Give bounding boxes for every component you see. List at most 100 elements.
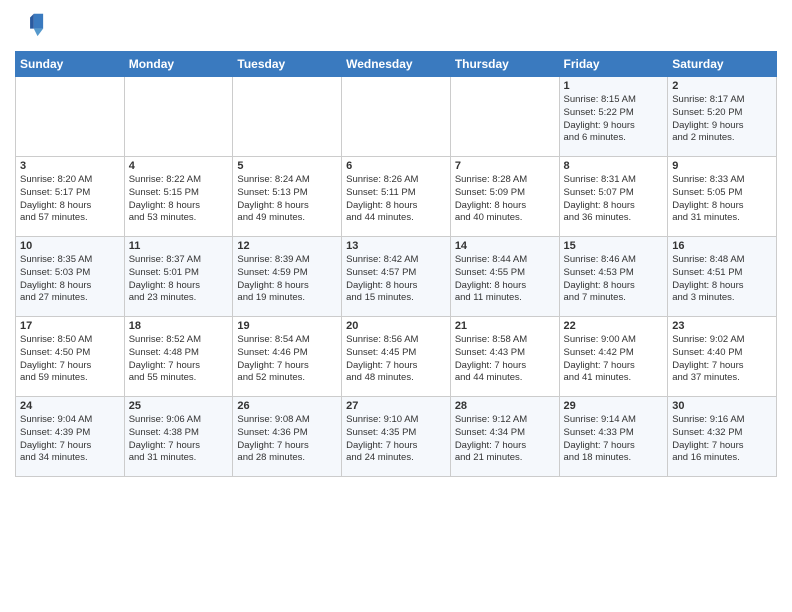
calendar-cell: 2 Sunrise: 8:17 AM Sunset: 5:20 PM Daylig… [668,77,777,157]
calendar-cell: 8 Sunrise: 8:31 AM Sunset: 5:07 PM Daylig… [559,157,668,237]
day-header-sunday: Sunday [16,52,125,77]
calendar-cell [450,77,559,157]
day-info: Sunrise: 9:14 AM Sunset: 4:33 PM Dayligh… [564,414,664,465]
calendar-cell: 27 Sunrise: 9:10 AM Sunset: 4:35 PM Dayli… [342,397,451,477]
calendar-cell: 6 Sunrise: 8:26 AM Sunset: 5:11 PM Daylig… [342,157,451,237]
calendar-cell: 3 Sunrise: 8:20 AM Sunset: 5:17 PM Daylig… [16,157,125,237]
day-info: Sunrise: 8:37 AM Sunset: 5:01 PM Dayligh… [129,254,229,305]
day-info: Sunrise: 9:08 AM Sunset: 4:36 PM Dayligh… [237,414,337,465]
day-number: 15 [564,240,664,252]
day-number: 12 [237,240,337,252]
day-number: 30 [672,400,772,412]
day-info: Sunrise: 8:31 AM Sunset: 5:07 PM Dayligh… [564,174,664,225]
day-number: 14 [455,240,555,252]
day-header-tuesday: Tuesday [233,52,342,77]
day-number: 5 [237,160,337,172]
day-info: Sunrise: 9:06 AM Sunset: 4:38 PM Dayligh… [129,414,229,465]
day-number: 9 [672,160,772,172]
header-row: SundayMondayTuesdayWednesdayThursdayFrid… [16,52,777,77]
day-info: Sunrise: 8:48 AM Sunset: 4:51 PM Dayligh… [672,254,772,305]
day-number: 7 [455,160,555,172]
day-number: 24 [20,400,120,412]
calendar-cell: 11 Sunrise: 8:37 AM Sunset: 5:01 PM Dayli… [124,237,233,317]
day-info: Sunrise: 8:54 AM Sunset: 4:46 PM Dayligh… [237,334,337,385]
calendar-cell: 9Sunrise: 8:33 AM Sunset: 5:05 PM Daylig… [668,157,777,237]
day-info: Sunrise: 9:04 AM Sunset: 4:39 PM Dayligh… [20,414,120,465]
day-number: 2 [672,80,772,92]
calendar-cell: 29 Sunrise: 9:14 AM Sunset: 4:33 PM Dayli… [559,397,668,477]
calendar-cell: 4 Sunrise: 8:22 AM Sunset: 5:15 PM Daylig… [124,157,233,237]
logo-icon [17,10,45,38]
day-info: Sunrise: 8:17 AM Sunset: 5:20 PM Dayligh… [672,94,772,145]
day-header-saturday: Saturday [668,52,777,77]
calendar-cell: 14 Sunrise: 8:44 AM Sunset: 4:55 PM Dayli… [450,237,559,317]
day-number: 18 [129,320,229,332]
day-number: 20 [346,320,446,332]
day-number: 23 [672,320,772,332]
day-number: 13 [346,240,446,252]
day-info: Sunrise: 8:50 AM Sunset: 4:50 PM Dayligh… [20,334,120,385]
calendar-cell: 13 Sunrise: 8:42 AM Sunset: 4:57 PM Dayli… [342,237,451,317]
day-info: Sunrise: 8:58 AM Sunset: 4:43 PM Dayligh… [455,334,555,385]
calendar-cell: 15 Sunrise: 8:46 AM Sunset: 4:53 PM Dayli… [559,237,668,317]
day-number: 8 [564,160,664,172]
calendar-cell: 1Sunrise: 8:15 AM Sunset: 5:22 PM Daylig… [559,77,668,157]
day-info: Sunrise: 9:00 AM Sunset: 4:42 PM Dayligh… [564,334,664,385]
day-info: Sunrise: 9:10 AM Sunset: 4:35 PM Dayligh… [346,414,446,465]
header [15,10,777,43]
day-header-friday: Friday [559,52,668,77]
day-header-wednesday: Wednesday [342,52,451,77]
day-info: Sunrise: 8:20 AM Sunset: 5:17 PM Dayligh… [20,174,120,225]
week-row-2: 3 Sunrise: 8:20 AM Sunset: 5:17 PM Daylig… [16,157,777,237]
calendar-cell: 26 Sunrise: 9:08 AM Sunset: 4:36 PM Dayli… [233,397,342,477]
day-number: 26 [237,400,337,412]
day-number: 6 [346,160,446,172]
day-number: 4 [129,160,229,172]
calendar-cell: 20 Sunrise: 8:56 AM Sunset: 4:45 PM Dayli… [342,317,451,397]
day-number: 28 [455,400,555,412]
day-info: Sunrise: 8:26 AM Sunset: 5:11 PM Dayligh… [346,174,446,225]
day-info: Sunrise: 8:15 AM Sunset: 5:22 PM Dayligh… [564,94,664,145]
day-header-monday: Monday [124,52,233,77]
day-info: Sunrise: 8:46 AM Sunset: 4:53 PM Dayligh… [564,254,664,305]
calendar-cell: 17 Sunrise: 8:50 AM Sunset: 4:50 PM Dayli… [16,317,125,397]
day-info: Sunrise: 9:16 AM Sunset: 4:32 PM Dayligh… [672,414,772,465]
day-number: 3 [20,160,120,172]
calendar-cell: 19 Sunrise: 8:54 AM Sunset: 4:46 PM Dayli… [233,317,342,397]
day-info: Sunrise: 9:12 AM Sunset: 4:34 PM Dayligh… [455,414,555,465]
day-number: 21 [455,320,555,332]
day-number: 10 [20,240,120,252]
day-number: 25 [129,400,229,412]
day-info: Sunrise: 8:24 AM Sunset: 5:13 PM Dayligh… [237,174,337,225]
day-info: Sunrise: 8:35 AM Sunset: 5:03 PM Dayligh… [20,254,120,305]
day-info: Sunrise: 8:42 AM Sunset: 4:57 PM Dayligh… [346,254,446,305]
day-number: 11 [129,240,229,252]
calendar-cell: 21 Sunrise: 8:58 AM Sunset: 4:43 PM Dayli… [450,317,559,397]
day-info: Sunrise: 8:22 AM Sunset: 5:15 PM Dayligh… [129,174,229,225]
calendar-cell: 10 Sunrise: 8:35 AM Sunset: 5:03 PM Dayli… [16,237,125,317]
day-info: Sunrise: 8:28 AM Sunset: 5:09 PM Dayligh… [455,174,555,225]
day-number: 29 [564,400,664,412]
calendar-table: SundayMondayTuesdayWednesdayThursdayFrid… [15,51,777,477]
logo [15,10,45,43]
day-info: Sunrise: 9:02 AM Sunset: 4:40 PM Dayligh… [672,334,772,385]
calendar-cell: 23 Sunrise: 9:02 AM Sunset: 4:40 PM Dayli… [668,317,777,397]
day-number: 19 [237,320,337,332]
calendar-cell: 5 Sunrise: 8:24 AM Sunset: 5:13 PM Daylig… [233,157,342,237]
week-row-4: 17 Sunrise: 8:50 AM Sunset: 4:50 PM Dayli… [16,317,777,397]
day-info: Sunrise: 8:44 AM Sunset: 4:55 PM Dayligh… [455,254,555,305]
calendar-cell: 7 Sunrise: 8:28 AM Sunset: 5:09 PM Daylig… [450,157,559,237]
week-row-1: 1Sunrise: 8:15 AM Sunset: 5:22 PM Daylig… [16,77,777,157]
calendar-cell: 12Sunrise: 8:39 AM Sunset: 4:59 PM Dayli… [233,237,342,317]
calendar-cell: 16 Sunrise: 8:48 AM Sunset: 4:51 PM Dayli… [668,237,777,317]
day-number: 16 [672,240,772,252]
week-row-3: 10 Sunrise: 8:35 AM Sunset: 5:03 PM Dayli… [16,237,777,317]
calendar-cell [124,77,233,157]
calendar-cell [233,77,342,157]
calendar-cell: 25 Sunrise: 9:06 AM Sunset: 4:38 PM Dayli… [124,397,233,477]
calendar-cell: 22 Sunrise: 9:00 AM Sunset: 4:42 PM Dayli… [559,317,668,397]
day-number: 22 [564,320,664,332]
day-number: 17 [20,320,120,332]
day-info: Sunrise: 8:56 AM Sunset: 4:45 PM Dayligh… [346,334,446,385]
day-number: 27 [346,400,446,412]
